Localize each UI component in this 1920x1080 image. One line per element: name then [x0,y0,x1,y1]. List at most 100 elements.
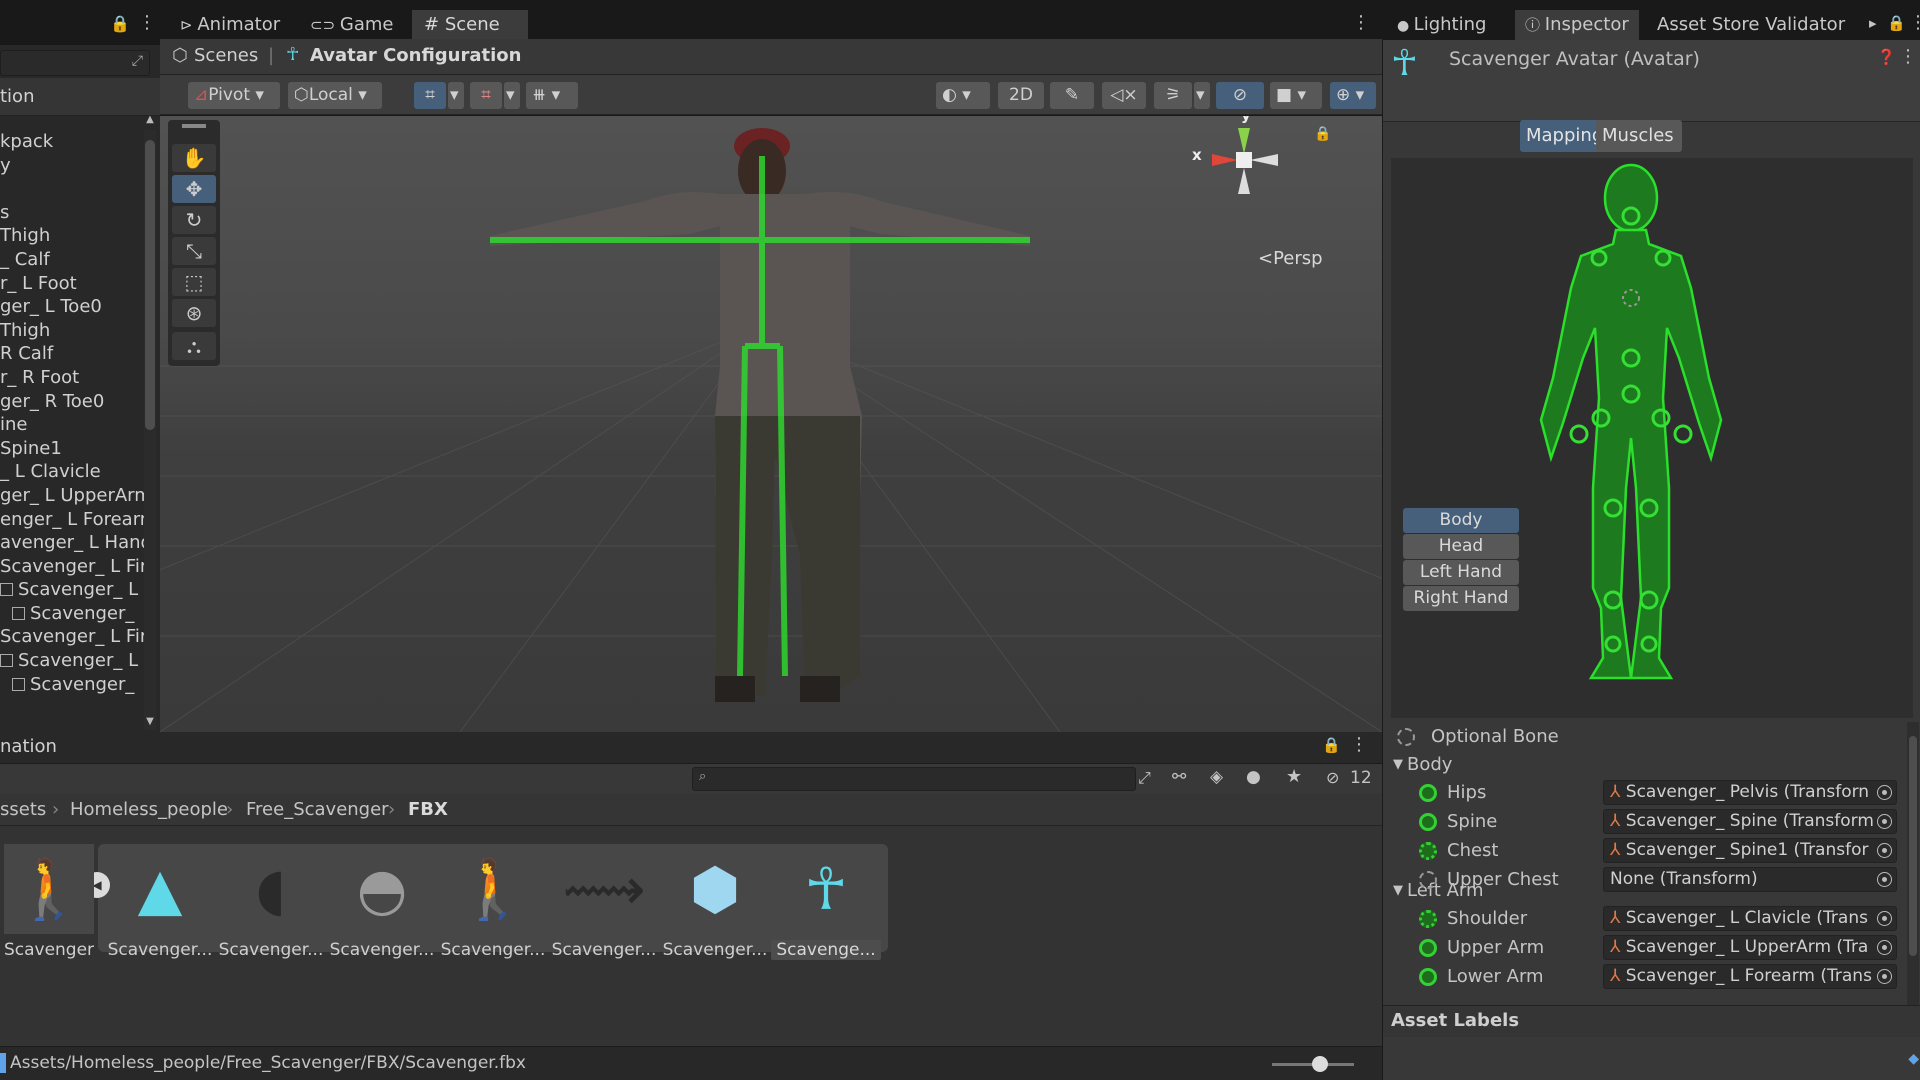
warning-icon[interactable]: ● [1246,767,1261,787]
breadcrumb-scenes[interactable]: Scenes [194,45,258,66]
breadcrumb-avatar-configuration[interactable]: Avatar Configuration [310,45,521,66]
rect-tool-button[interactable]: ⬚ [172,268,216,296]
object-picker-icon[interactable] [1877,843,1892,858]
orientation-gizmo[interactable] [1192,116,1302,228]
object-picker-icon[interactable] [1877,940,1892,955]
move-tool-button[interactable]: ✥ [172,175,216,203]
bone-status-icon[interactable] [1419,813,1437,831]
scroll-up-arrow-icon[interactable]: ▲ [144,114,156,125]
snap-increment-dropdown[interactable]: ▾ [504,82,520,109]
bone-list-scrollbar[interactable] [1907,722,1919,1005]
hierarchy-item[interactable]: _ L Clavicle [0,460,145,484]
scroll-down-arrow-icon[interactable]: ▼ [144,716,156,727]
body-part-button-right-hand[interactable]: Right Hand [1403,586,1519,611]
hierarchy-item[interactable] [0,177,145,201]
audio-toggle-button[interactable]: ◁× [1102,82,1146,109]
hierarchy-item[interactable]: r_ R Foot [0,366,145,390]
asset-item[interactable]: ☥ Scavenge... [771,844,881,960]
hierarchy-item[interactable]: s [0,201,145,225]
hierarchy-item[interactable]: ine [0,413,145,437]
scene-visibility-button[interactable]: ⊘ [1216,82,1264,109]
toggle-2d-button[interactable]: 2D [998,82,1044,109]
shading-mode-dropdown[interactable]: ◐ ▾ [936,82,990,109]
hierarchy-item[interactable]: avenger_ L Hand [0,531,145,555]
bone-status-icon[interactable] [1419,784,1437,802]
bone-transform-field[interactable]: ⅄ Scavenger_ L UpperArm (Tra [1603,935,1897,960]
bone-status-icon[interactable] [1419,842,1437,860]
hierarchy-item[interactable]: Thigh [0,319,145,343]
transform-tool-button[interactable]: ⊛ [172,299,216,327]
hierarchy-item[interactable]: Spine1 [0,437,145,461]
asset-item[interactable]: ⟿ Scavenger... [549,844,659,960]
palette-drag-handle[interactable] [182,124,206,128]
hierarchy-scrollbar[interactable] [144,130,156,730]
gizmos-dropdown[interactable]: ⊕ ▾ [1330,82,1376,109]
kebab-menu-icon[interactable]: ⋮ [1352,12,1370,33]
effects-dropdown[interactable]: ▾ [1194,82,1210,109]
body-part-button-body[interactable]: Body [1403,508,1519,533]
hierarchy-item[interactable]: Thigh [0,224,145,248]
lock-icon[interactable]: 🔒 [1322,736,1341,754]
tab-overflow-arrow-icon[interactable]: ▸ [1869,14,1877,32]
path-segment[interactable]: ssets [0,799,46,820]
object-picker-icon[interactable] [1877,872,1892,887]
object-picker-icon[interactable] [1877,911,1892,926]
custom-tool-button[interactable]: ⛬ [172,332,216,360]
local-dropdown[interactable]: ⬡Local ▾ [288,82,382,109]
hierarchy-item[interactable]: ger_ L UpperArm [0,484,145,508]
filter-type-icon[interactable]: ⚯ [1172,767,1186,787]
search-expand-icon[interactable]: ⤢ [1138,768,1151,788]
hierarchy-item[interactable]: r_ L Foot [0,272,145,296]
tab-animator[interactable]: ⊳ Animator [168,10,292,39]
snap-increment-button[interactable]: ⌗ [470,82,502,109]
asset-item[interactable]: ⬢ Scavenger... [660,844,770,960]
path-segment[interactable]: Free_Scavenger [246,799,389,820]
path-segment-current[interactable]: FBX [408,799,448,820]
hierarchy-scene-header[interactable]: tion [0,78,160,116]
asset-labels-header[interactable]: Asset Labels [1383,1005,1920,1037]
asset-item[interactable]: 🚶 Scavenger... [438,844,548,960]
bone-status-icon[interactable] [1419,871,1437,889]
hierarchy-item[interactable]: ger_ L Toe0 [0,295,145,319]
zoom-slider-thumb[interactable] [1312,1056,1328,1072]
tab-lighting[interactable]: ● Lighting [1387,10,1496,40]
bone-transform-field[interactable]: ⅄ Scavenger_ Spine1 (Transfor [1603,838,1897,863]
object-picker-icon[interactable] [1877,814,1892,829]
gizmo-lock-icon[interactable]: 🔒 [1314,126,1331,142]
hierarchy-item[interactable]: Scavenger_ L I [0,578,145,602]
asset-item[interactable]: 🚶 Scavenger [0,844,104,960]
object-picker-icon[interactable] [1877,969,1892,984]
scene-viewport[interactable]: y x 🔒 <Persp [160,116,1382,732]
body-part-button-head[interactable]: Head [1403,534,1519,559]
scrollbar-thumb[interactable] [145,140,155,430]
kebab-menu-icon[interactable]: ⋮ [1350,734,1368,755]
hierarchy-item[interactable]: enger_ L Forearm [0,508,145,532]
lighting-toggle-button[interactable]: ✎ [1050,82,1094,109]
kebab-menu-icon[interactable]: ⋮ [1909,12,1920,33]
hierarchy-item[interactable]: Scavenger_ L Fir [0,555,145,579]
hierarchy-item[interactable]: _ Calf [0,248,145,272]
hierarchy-item[interactable]: Scavenger_ [0,673,145,697]
hierarchy-item[interactable]: y [0,154,145,178]
asset-item[interactable]: ▲ Scavenger... [105,844,215,960]
object-picker-icon[interactable] [1877,785,1892,800]
bone-status-icon[interactable] [1419,939,1437,957]
hierarchy-item[interactable]: Scavenger_ L Fir [0,625,145,649]
scrollbar-thumb[interactable] [1909,736,1917,956]
lock-icon[interactable]: 🔒 [110,14,130,33]
tab-muscles-settings[interactable]: Muscles & Settings [1596,120,1682,210]
asset-item[interactable]: ◖ Scavenger... [216,844,326,960]
favorite-star-icon[interactable]: ★ [1286,766,1302,787]
camera-dropdown[interactable]: ■ ▾ [1270,82,1322,109]
hierarchy-item[interactable]: Scavenger_ L I [0,649,145,673]
project-tab-label[interactable]: nation [0,736,57,757]
pivot-dropdown[interactable]: ⊿Pivot ▾ [188,82,280,109]
help-icon[interactable]: ❓ [1877,48,1896,66]
hierarchy-item[interactable]: kpack [0,130,145,154]
bone-status-icon[interactable] [1419,910,1437,928]
tab-inspector[interactable]: ⓘ Inspector [1515,10,1639,40]
bone-transform-field[interactable]: ⅄ Scavenger_ L Forearm (Trans [1603,964,1897,989]
lock-icon[interactable]: 🔒 [1887,14,1906,32]
hidden-eye-icon[interactable]: ⊘ [1326,768,1339,787]
label-tag-icon[interactable]: ◈ [1210,767,1223,787]
